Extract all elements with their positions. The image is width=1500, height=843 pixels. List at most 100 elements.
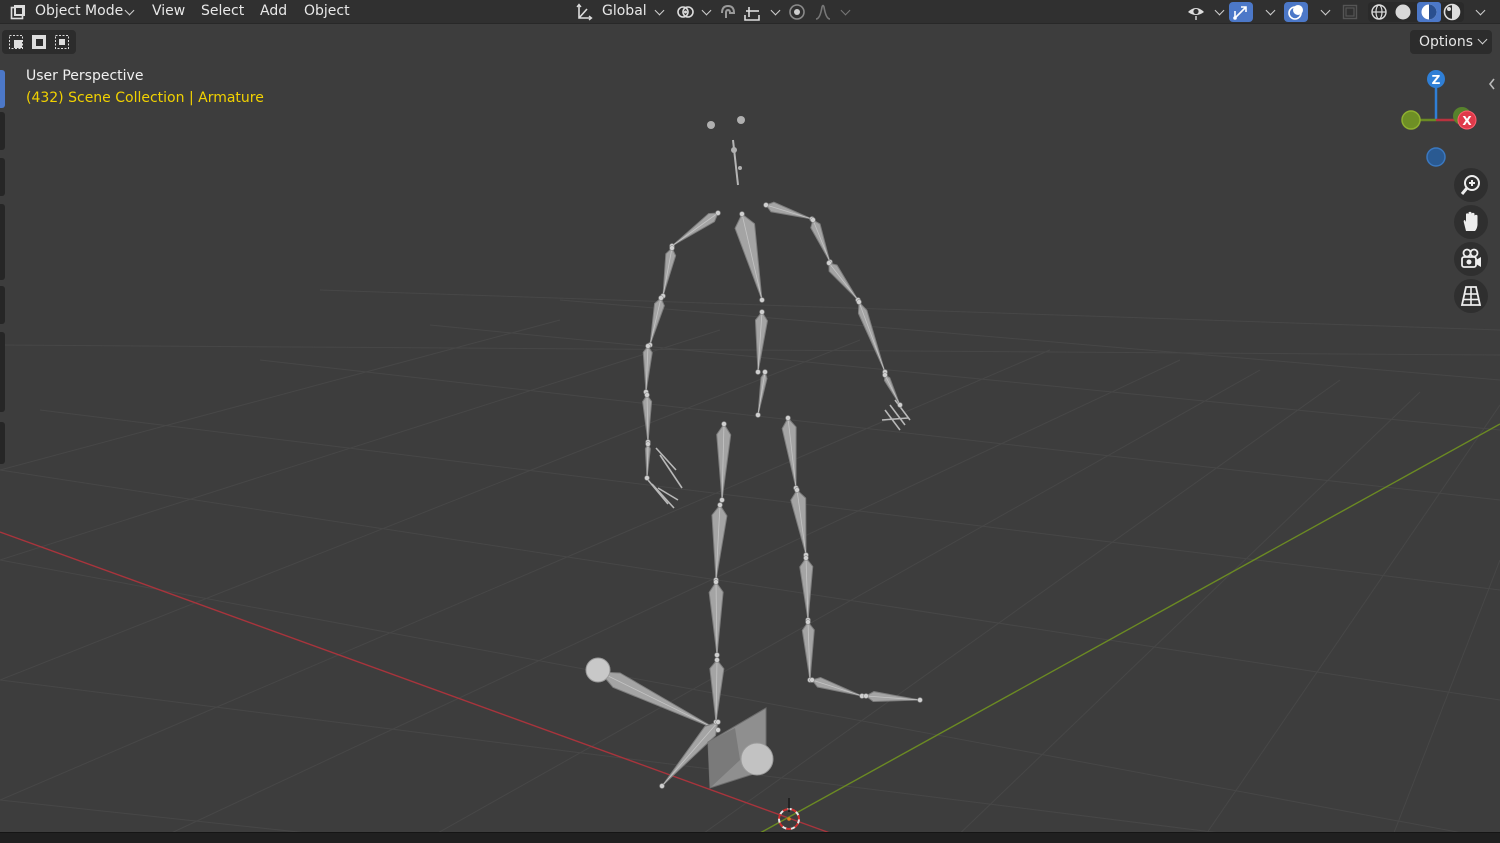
bone-joint xyxy=(794,487,800,493)
bone-joint xyxy=(917,697,923,703)
finger-bone xyxy=(655,447,677,471)
select-subtract-icon[interactable] xyxy=(54,34,70,50)
bone-joint xyxy=(669,245,675,251)
view-name-label: User Perspective xyxy=(26,68,144,84)
bone-joint xyxy=(759,297,765,303)
bone-joint xyxy=(739,211,745,217)
bone-joint xyxy=(658,295,664,301)
bone-joint xyxy=(717,502,723,508)
pan-button[interactable] xyxy=(1454,205,1488,239)
orientation-label: Global xyxy=(602,3,647,19)
xray-icon xyxy=(1342,4,1358,20)
bone-joint xyxy=(644,475,650,481)
bone-joint xyxy=(713,579,719,585)
info-separator: | xyxy=(188,90,194,106)
snap-toggle[interactable] xyxy=(716,2,740,22)
finger-bone xyxy=(889,404,906,426)
snap-target-dropdown[interactable] xyxy=(741,2,781,22)
toolbar-tab[interactable] xyxy=(0,158,5,196)
select-new-icon[interactable] xyxy=(8,34,24,50)
toolbar-tab[interactable] xyxy=(0,286,5,324)
bone[interactable] xyxy=(649,297,665,346)
xray-toggle[interactable] xyxy=(1339,2,1361,22)
menu-view[interactable]: View xyxy=(146,0,191,22)
wireframe-shading-icon[interactable] xyxy=(1370,3,1388,21)
menu-select[interactable]: Select xyxy=(195,0,250,22)
chevron-down-icon xyxy=(1214,5,1225,16)
head-bone xyxy=(738,166,742,170)
shading-mode-group xyxy=(1368,2,1464,22)
selection-mode-group xyxy=(2,30,76,54)
snap-target-icon xyxy=(744,7,760,21)
select-extend-icon[interactable] xyxy=(31,34,47,50)
3d-viewport[interactable]: User Perspective (432) Scene Collection … xyxy=(0,0,1500,843)
visibility-dropdown[interactable] xyxy=(1184,2,1225,22)
bone-joint xyxy=(721,421,727,427)
material-shading-button[interactable] xyxy=(1417,2,1441,22)
sidebar-toggle-icon[interactable] xyxy=(1487,76,1497,92)
bone-joint xyxy=(863,693,869,699)
options-dropdown[interactable]: Options xyxy=(1410,30,1492,54)
proportional-edit-toggle[interactable] xyxy=(786,2,808,22)
head-bone xyxy=(731,147,737,153)
gizmo-dropdown-chevron-icon[interactable] xyxy=(1265,5,1276,16)
y-axis-ball xyxy=(1401,110,1421,130)
bone-joint xyxy=(856,299,862,305)
pivot-point-dropdown[interactable] xyxy=(673,2,712,22)
proportional-falloff-dropdown[interactable] xyxy=(812,2,851,22)
mode-label: Object Mode xyxy=(35,3,124,19)
bone-joint xyxy=(755,412,761,418)
control-sphere xyxy=(585,657,611,683)
bone-joint xyxy=(759,309,765,315)
bone-joint xyxy=(714,657,720,663)
zoom-button[interactable] xyxy=(1454,168,1488,202)
toolbar-tab[interactable] xyxy=(0,204,5,280)
bone-joint xyxy=(882,372,888,378)
toolbar-tab[interactable] xyxy=(0,422,5,464)
chevron-down-icon xyxy=(654,5,665,16)
bone-joint xyxy=(714,652,720,658)
ortho-toggle-button[interactable] xyxy=(1454,279,1488,313)
armature[interactable] xyxy=(598,139,921,789)
toolbar-tab[interactable] xyxy=(0,332,5,412)
eye-visibility-icon xyxy=(1188,8,1204,20)
hand-pan-icon xyxy=(1463,211,1478,231)
viewport-scene[interactable] xyxy=(0,0,1500,843)
collection-name: Scene Collection xyxy=(68,90,185,106)
gizmo-toggle[interactable] xyxy=(1229,2,1253,22)
frame-number: (432) xyxy=(26,90,64,106)
bone-joint xyxy=(715,719,721,725)
bone-joint xyxy=(762,369,768,375)
pivot-point-icon xyxy=(677,6,694,18)
chevron-down-icon xyxy=(840,5,851,16)
overlays-icon xyxy=(1288,5,1303,20)
bone-joint xyxy=(805,619,811,625)
bone-joint xyxy=(809,677,815,683)
overlays-toggle[interactable] xyxy=(1284,2,1308,22)
gizmo-toggle-icon xyxy=(1233,6,1247,20)
bone-joint xyxy=(763,202,769,208)
control-sphere xyxy=(740,742,774,776)
bone[interactable] xyxy=(662,247,677,297)
toolbar-tab-active[interactable] xyxy=(0,70,5,108)
bone-joint xyxy=(785,415,791,421)
navigation-gizmo[interactable]: Z X xyxy=(1392,64,1492,168)
falloff-curve-icon xyxy=(815,4,831,20)
menu-object[interactable]: Object xyxy=(298,0,356,22)
bone[interactable] xyxy=(765,201,813,220)
menu-add[interactable]: Add xyxy=(254,0,293,22)
rendered-shading-icon[interactable] xyxy=(1443,3,1461,21)
solid-shading-icon[interactable] xyxy=(1394,3,1412,21)
x-axis-label: X xyxy=(1462,114,1472,128)
overlays-dropdown-chevron-icon[interactable] xyxy=(1320,5,1331,16)
transform-orientation-dropdown[interactable]: Global xyxy=(570,2,665,22)
bone-joint xyxy=(645,343,651,349)
shading-dropdown-chevron-icon[interactable] xyxy=(1475,5,1486,16)
neg-z-axis-ball xyxy=(1426,147,1446,167)
toolbar-tab[interactable] xyxy=(0,112,5,150)
mode-dropdown[interactable]: Object Mode xyxy=(3,2,137,22)
bone-joint xyxy=(826,260,832,266)
bone[interactable] xyxy=(734,213,763,301)
camera-view-button[interactable] xyxy=(1454,242,1488,276)
bone-joint xyxy=(715,727,721,733)
